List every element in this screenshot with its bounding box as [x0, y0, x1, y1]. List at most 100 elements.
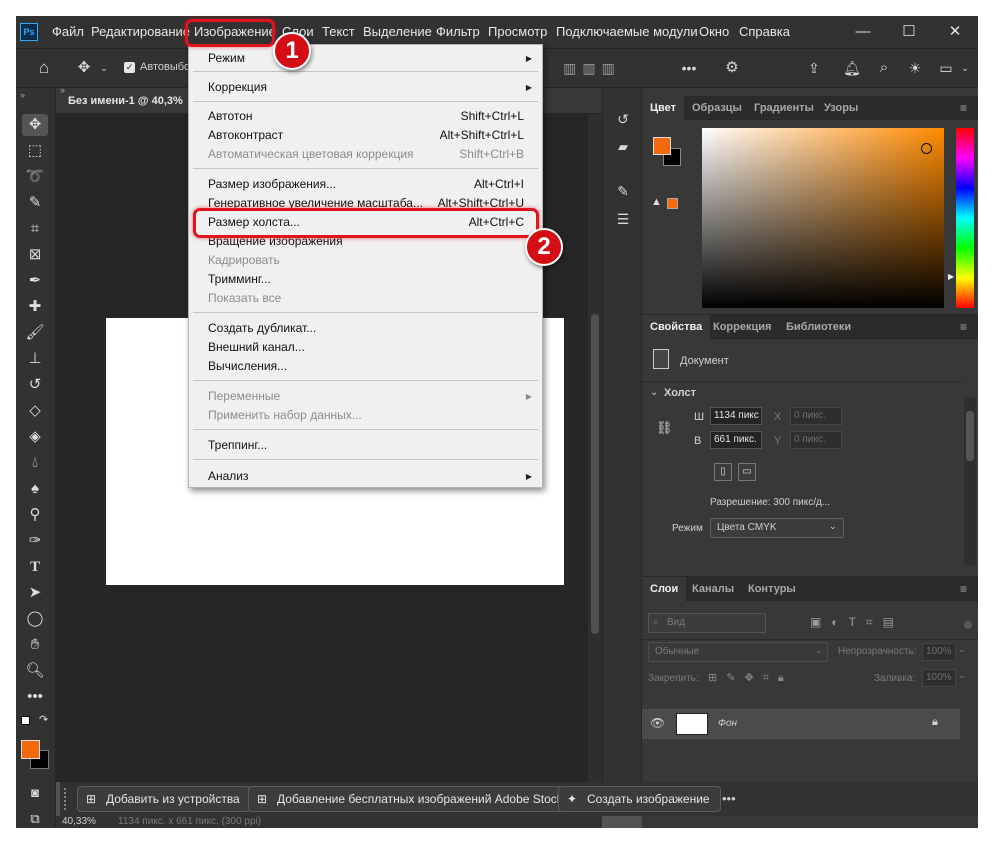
menu-item-adjustments[interactable]: Коррекция ▶ [208, 78, 532, 97]
menu-item-generative-upscale[interactable]: Генеративное увеличение масштаба... Alt+S… [208, 194, 532, 208]
chevron-down-icon[interactable]: ⌄ [98, 60, 110, 76]
panel-menu-icon[interactable]: ≡ [960, 315, 967, 339]
move-tool-icon[interactable]: ✥ [22, 114, 48, 136]
comments-panel-icon[interactable]: ▰ [611, 136, 635, 158]
filter-toggle[interactable] [964, 621, 972, 629]
lock-icons[interactable]: ⊞✎✥⌗🔒︎ [708, 671, 793, 685]
marquee-tool-icon[interactable]: ⬚ [22, 140, 48, 162]
color-picker-marker[interactable] [921, 143, 932, 154]
healing-brush-icon[interactable]: ✚ [22, 296, 48, 318]
menu-item-trim[interactable]: Тримминг... [208, 270, 532, 289]
collapse-icon[interactable]: » [20, 90, 25, 100]
menu-item-auto-tone[interactable]: Автотон Shift+Ctrl+L [208, 107, 532, 126]
vertical-scrollbar[interactable] [588, 114, 602, 782]
paint-bucket-icon[interactable]: ◈ [22, 426, 48, 448]
lasso-tool-icon[interactable]: ➰ [22, 166, 48, 188]
tab-channels[interactable]: Каналы [684, 577, 742, 601]
lock-icon[interactable]: 🔒︎ [932, 716, 938, 729]
swap-colors-icon[interactable]: ↷ [39, 713, 48, 726]
add-from-device-button[interactable]: ⊞ Добавить из устройства [77, 786, 251, 812]
layer-filter-icons[interactable]: ▣◐T⌗▤ [810, 615, 904, 630]
fill-field[interactable]: 100% [922, 669, 956, 687]
zoom-tool-icon[interactable]: 🔍︎ [22, 660, 48, 682]
layer-name[interactable]: Фон [718, 718, 737, 729]
link-icon[interactable]: ⛓︎ [656, 419, 673, 437]
hue-slider[interactable]: ▶ [948, 128, 974, 308]
layer-filter-select[interactable]: ⌕ Вид [648, 613, 766, 633]
quick-select-icon[interactable]: ✎ [22, 192, 48, 214]
menu-plugins[interactable]: Подключаемые модули [556, 16, 698, 48]
eye-icon[interactable]: 👁︎ [650, 716, 665, 730]
menu-window[interactable]: Окно [699, 16, 729, 48]
dodge-tool-icon[interactable]: ⚲ [22, 504, 48, 526]
menu-item-trap[interactable]: Треппинг... [208, 436, 532, 455]
gear-icon[interactable]: ⚙ [722, 58, 742, 78]
menu-edit[interactable]: Редактирование [91, 16, 190, 48]
tab-patterns[interactable]: Узоры [816, 96, 866, 120]
free-stock-button[interactable]: ⊞ Добавление бесплатных изображений Adob… [248, 786, 574, 812]
brush-tool-icon[interactable]: 🖌︎ [22, 322, 48, 344]
canvas-x-field[interactable]: 0 пикс. [790, 407, 842, 425]
quick-mask-icon[interactable]: ◙ [22, 782, 48, 804]
create-image-button[interactable]: ✦ Создать изображение [558, 786, 721, 812]
share-icon[interactable]: ⇪ [804, 58, 824, 78]
blend-mode-select[interactable]: Обычные ⌄ [648, 642, 828, 662]
workspace-icon[interactable]: ▭ [936, 58, 956, 78]
menu-item-duplicate[interactable]: Создать дубликат... [208, 319, 532, 338]
panel-menu-icon[interactable]: ≡ [960, 577, 967, 601]
menu-item-calculations[interactable]: Вычисления... [208, 357, 532, 376]
landscape-orientation-icon[interactable]: ▭ [738, 463, 756, 481]
foreground-color-swatch[interactable] [653, 137, 671, 155]
menu-item-analysis[interactable]: Анализ ▶ [208, 467, 532, 486]
pen-tool-icon[interactable]: ✑ [22, 530, 48, 552]
menu-file[interactable]: Файл [52, 16, 84, 48]
menu-item-mode[interactable]: Режим ▶ [208, 49, 532, 68]
move-tool-icon[interactable]: ✥ [74, 58, 94, 78]
path-select-icon[interactable]: ➤ [22, 582, 48, 604]
home-icon[interactable]: ⌂ [32, 58, 56, 78]
tab-layers[interactable]: Слои [642, 577, 687, 601]
chevron-down-icon[interactable]: ⌄ [958, 670, 966, 681]
eyedropper-icon[interactable]: ✒ [22, 270, 48, 292]
menu-item-image-size[interactable]: Размер изображения... Alt+Ctrl+I [208, 175, 532, 194]
maximize-button[interactable]: ☐ [886, 16, 932, 48]
foreground-color-swatch[interactable] [21, 740, 40, 759]
gamut-swatch[interactable] [667, 198, 678, 209]
tab-properties[interactable]: Свойства [642, 315, 711, 339]
menu-item-auto-contrast[interactable]: Автоконтраст Alt+Shift+Ctrl+L [208, 126, 532, 145]
history-brush-icon[interactable]: ↺ [22, 374, 48, 396]
minimize-button[interactable]: — [840, 16, 886, 48]
bell-icon[interactable]: 🔔︎ [842, 58, 862, 78]
type-tool-icon[interactable]: T [22, 556, 48, 578]
menu-help[interactable]: Справка [739, 16, 790, 48]
screen-mode-icon[interactable]: ⧉ [22, 808, 48, 828]
bulb-icon[interactable]: ☀ [905, 58, 925, 78]
hue-slider-handle[interactable]: ▶ [948, 272, 954, 281]
hand-tool-icon[interactable]: ✋︎ [22, 634, 48, 656]
chevron-down-icon[interactable]: ⌄ [958, 644, 966, 655]
crop-tool-icon[interactable]: ⌗ [22, 218, 48, 240]
align-icons[interactable]: ▥▥▥ [552, 58, 632, 78]
blur-tool-icon[interactable]: 💧︎ [22, 452, 48, 474]
search-icon[interactable]: ⌕ [874, 58, 894, 78]
layer-row[interactable]: 👁︎ Фон 🔒︎ [642, 709, 960, 739]
close-button[interactable]: ✕ [932, 16, 978, 48]
canvas-width-field[interactable]: 1134 пикс [710, 407, 762, 425]
scrollbar-thumb[interactable] [591, 314, 599, 634]
zoom-level[interactable]: 40,33% [62, 816, 96, 828]
tab-adjustments[interactable]: Коррекция [705, 315, 779, 339]
more-tools-icon[interactable]: ••• [22, 686, 48, 708]
scrollbar-thumb[interactable] [966, 411, 974, 461]
frame-tool-icon[interactable]: ⊠ [22, 244, 48, 266]
default-colors-icon[interactable] [21, 716, 30, 725]
drag-handle[interactable] [64, 788, 68, 810]
panel-menu-icon[interactable]: ≡ [960, 96, 967, 120]
stamp-tool-icon[interactable]: ⊥ [22, 348, 48, 370]
canvas-y-field[interactable]: 0 пикс. [790, 431, 842, 449]
brush-panel-icon[interactable]: ✎ [611, 180, 635, 202]
tab-libraries[interactable]: Библиотеки [778, 315, 859, 339]
canvas-section-title[interactable]: Холст [664, 387, 696, 399]
smudge-tool-icon[interactable]: ♠ [22, 478, 48, 500]
tab-gradients[interactable]: Градиенты [746, 96, 822, 120]
tab-color[interactable]: Цвет [642, 96, 685, 120]
